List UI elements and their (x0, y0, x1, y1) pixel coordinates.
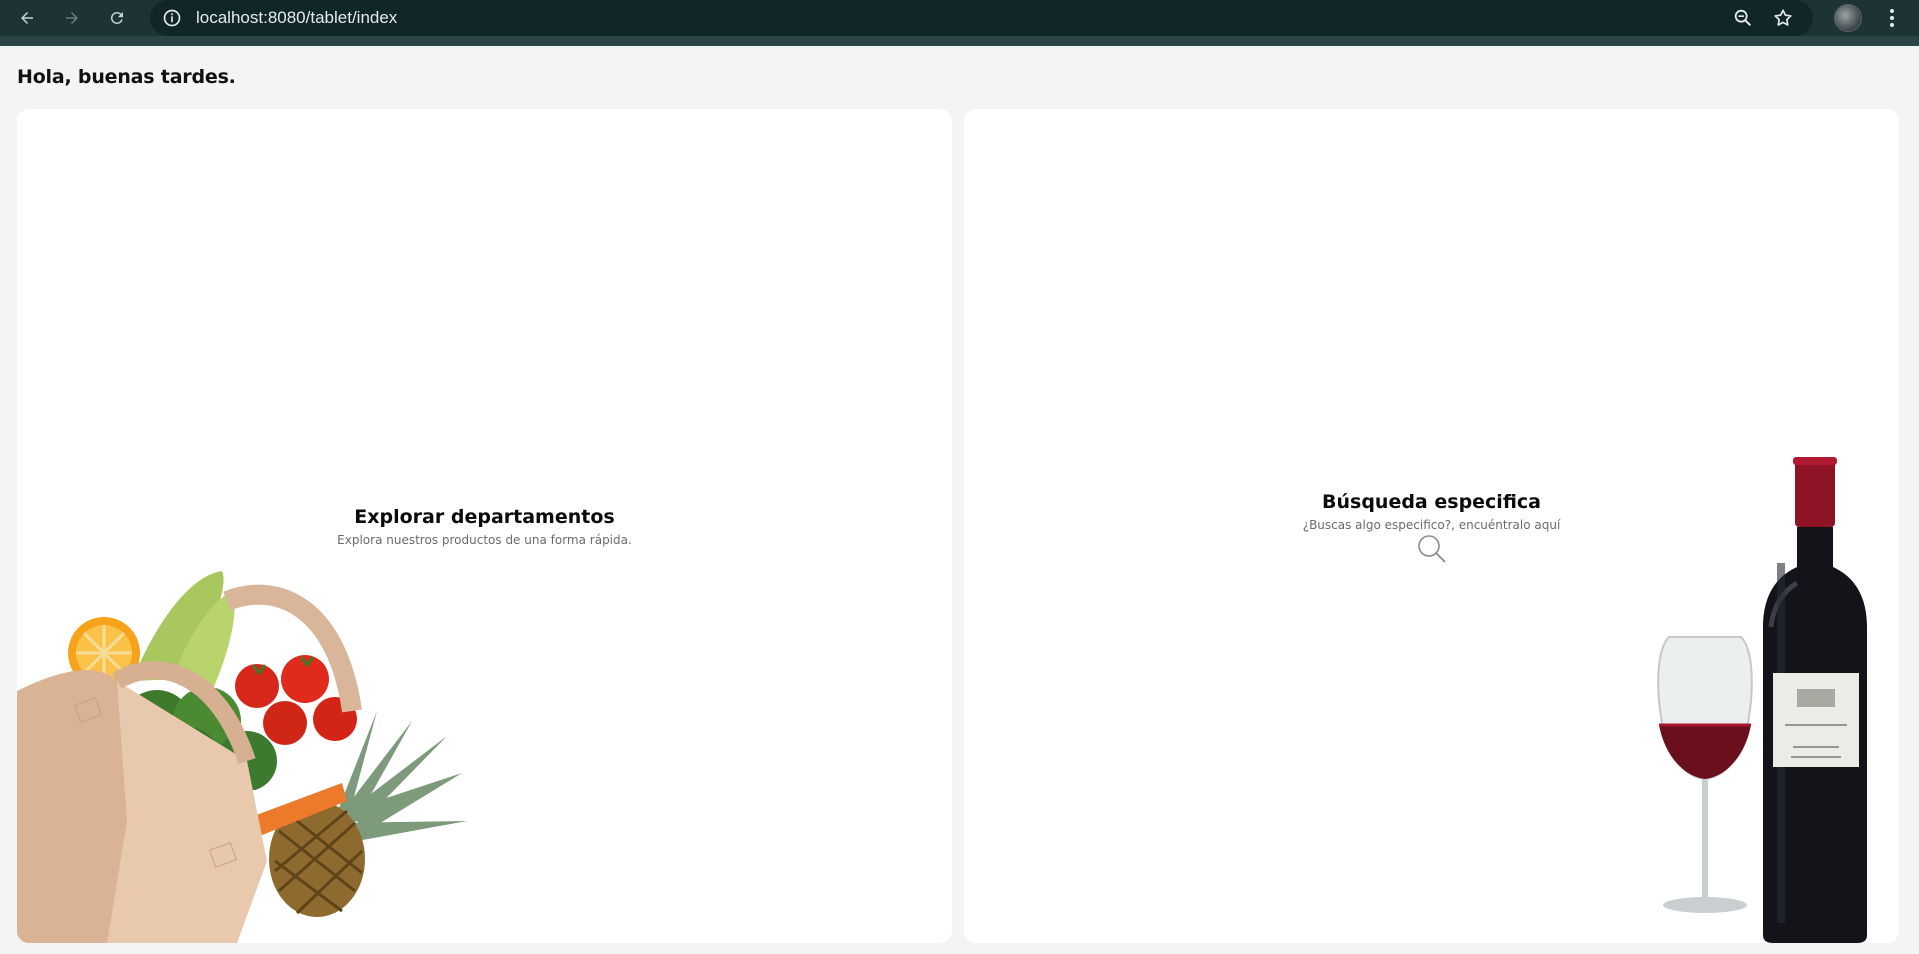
specific-search-card[interactable]: Búsqueda especifica ¿Buscas algo especif… (964, 109, 1899, 943)
wine-bottle-glass-illustration (1657, 457, 1867, 943)
card-title: Explorar departamentos (354, 506, 615, 528)
star-icon[interactable] (1772, 7, 1794, 29)
greeting-heading: Hola, buenas tardes. (17, 66, 236, 88)
reload-icon[interactable] (103, 4, 131, 32)
profile-avatar[interactable] (1834, 4, 1862, 32)
site-info-icon[interactable] (162, 8, 182, 28)
more-vertical-icon[interactable] (1882, 4, 1902, 32)
zoom-icon[interactable] (1732, 7, 1754, 29)
grocery-bag-illustration (17, 571, 467, 943)
explore-departments-card[interactable]: Explorar departamentos Explora nuestros … (17, 109, 952, 943)
search-icon[interactable] (1417, 534, 1447, 564)
browser-toolbar-divider (0, 36, 1919, 46)
back-arrow-icon[interactable] (13, 4, 41, 32)
url-text[interactable]: localhost:8080/tablet/index (196, 8, 397, 28)
forward-arrow-icon[interactable] (58, 4, 86, 32)
address-bar[interactable]: localhost:8080/tablet/index (150, 0, 1813, 36)
card-subtitle: Explora nuestros productos de una forma … (337, 533, 632, 547)
